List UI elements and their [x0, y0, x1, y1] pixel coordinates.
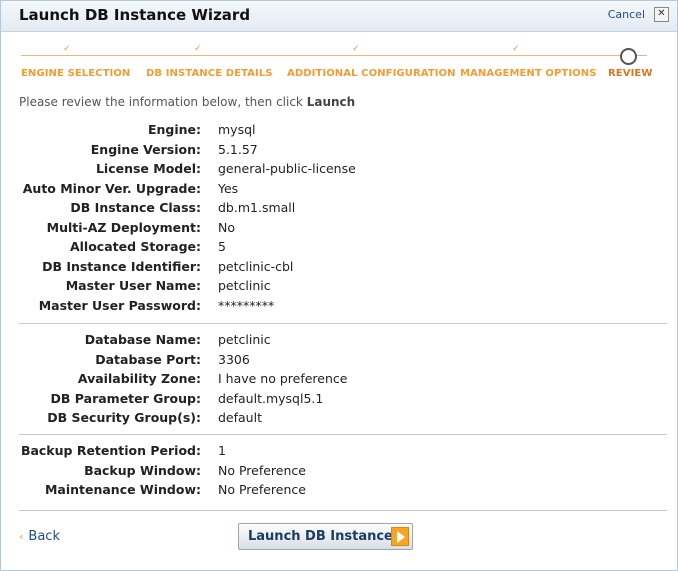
row-value: 5.1.57: [218, 141, 258, 157]
row-label: Engine Version:: [90, 141, 201, 157]
row-label: Database Port:: [95, 351, 201, 367]
chevron-left-icon: ‹: [19, 530, 24, 543]
instructions-emphasis: Launch: [306, 95, 356, 109]
row-label: Auto Minor Ver. Upgrade:: [22, 180, 201, 196]
progress-track: [21, 55, 627, 56]
row-label: DB Instance Class:: [70, 200, 201, 215]
backup-settings-section: Backup Retention Period: 1 Backup Window:…: [1, 443, 677, 502]
row-label: DB Parameter Group:: [50, 390, 201, 406]
row-label: License Model:: [95, 161, 201, 176]
row-value: petclinic-cbl: [218, 258, 294, 274]
row-label: DB Security Group(s):: [47, 410, 201, 425]
summary-row: Engine: mysql: [1, 122, 677, 142]
row-label: Backup Window:: [84, 462, 201, 478]
row-label: Master User Password:: [38, 297, 201, 313]
review-instructions: Please review the information below, the…: [19, 95, 355, 109]
row-label: Database Name:: [84, 332, 201, 347]
summary-row: DB Security Group(s): default: [1, 410, 677, 430]
row-value: db.m1.small: [218, 200, 296, 215]
row-value: petclinic: [218, 278, 271, 293]
row-value: petclinic: [218, 332, 271, 347]
summary-row: Backup Window: No Preference: [1, 463, 677, 483]
row-value: default: [218, 410, 262, 425]
close-icon[interactable]: ✕: [654, 7, 669, 22]
section-divider: [19, 510, 667, 511]
step-complete-check-icon: ✓: [352, 44, 360, 54]
row-label: Availability Zone:: [77, 371, 201, 386]
row-value: No Preference: [218, 482, 306, 497]
step-complete-check-icon: ✓: [63, 44, 71, 54]
step-engine-selection: ENGINE SELECTION: [21, 68, 131, 79]
summary-row: Auto Minor Ver. Upgrade: Yes: [1, 181, 677, 201]
instance-settings-section: Engine: mysql Engine Version: 5.1.57 Licen…: [1, 122, 677, 317]
row-value: *********: [218, 297, 275, 313]
summary-row: Multi-AZ Deployment: No: [1, 220, 677, 240]
row-label: Master User Name:: [65, 278, 201, 293]
step-complete-check-icon: ✓: [512, 44, 520, 54]
row-value: Yes: [218, 180, 239, 196]
step-management-options: MANAGEMENT OPTIONS: [460, 68, 597, 79]
row-value: mysql: [218, 122, 256, 137]
wizard-title: Launch DB Instance Wizard: [19, 6, 251, 24]
back-label: Back: [28, 529, 60, 544]
row-value: I have no preference: [218, 371, 348, 386]
summary-row: Master User Name: petclinic: [1, 278, 677, 298]
summary-row: DB Parameter Group: default.mysql5.1: [1, 391, 677, 411]
summary-row: Availability Zone: I have no preference: [1, 371, 677, 391]
row-value: 3306: [218, 351, 250, 367]
summary-row: DB Instance Class: db.m1.small: [1, 200, 677, 220]
title-bar: Launch DB Instance Wizard Cancel ✕: [1, 1, 677, 32]
current-step-marker-icon: [620, 48, 637, 65]
row-label: Allocated Storage:: [69, 239, 201, 254]
step-complete-check-icon: ✓: [194, 44, 202, 54]
launch-db-instance-button[interactable]: Launch DB Instance: [238, 523, 413, 550]
launch-button-label: Launch DB Instance: [248, 529, 393, 544]
row-label: DB Instance Identifier:: [42, 258, 201, 274]
step-db-instance-details: DB INSTANCE DETAILS: [146, 68, 273, 79]
row-value: general-public-license: [218, 161, 356, 176]
back-link[interactable]: ‹ Back: [19, 529, 60, 544]
instructions-text: Please review the information below, the…: [19, 95, 307, 109]
cancel-link[interactable]: Cancel: [608, 8, 645, 21]
row-value: No Preference: [218, 462, 306, 478]
summary-row: Allocated Storage: 5: [1, 239, 677, 259]
row-label: Engine:: [147, 122, 201, 137]
row-label: Maintenance Window:: [44, 482, 201, 497]
summary-row: Maintenance Window: No Preference: [1, 482, 677, 502]
summary-row: Database Port: 3306: [1, 352, 677, 372]
summary-row: Backup Retention Period: 1: [1, 443, 677, 463]
row-label: Multi-AZ Deployment:: [46, 219, 201, 235]
row-label: Backup Retention Period:: [20, 443, 201, 458]
wizard-window: Launch DB Instance Wizard Cancel ✕ ✓ ✓ ✓…: [0, 0, 678, 571]
summary-row: License Model: general-public-license: [1, 161, 677, 181]
row-value: 1: [218, 443, 226, 458]
summary-row: Database Name: petclinic: [1, 332, 677, 352]
summary-row: DB Instance Identifier: petclinic-cbl: [1, 259, 677, 279]
summary-row: Master User Password: *********: [1, 298, 677, 318]
row-value: default.mysql5.1: [218, 390, 324, 406]
row-value: 5: [218, 239, 226, 254]
section-divider: [19, 434, 667, 435]
section-divider: [19, 323, 667, 324]
summary-row: Engine Version: 5.1.57: [1, 142, 677, 162]
play-arrow-icon: [391, 527, 409, 546]
step-additional-configuration: ADDITIONAL CONFIGURATION: [287, 68, 456, 79]
step-review: REVIEW: [608, 68, 653, 79]
row-value: No: [218, 219, 235, 235]
wizard-progress: ✓ ✓ ✓ ✓ ENGINE SELECTION DB INSTANCE DET…: [1, 44, 677, 92]
database-settings-section: Database Name: petclinic Database Port: 33…: [1, 332, 677, 430]
